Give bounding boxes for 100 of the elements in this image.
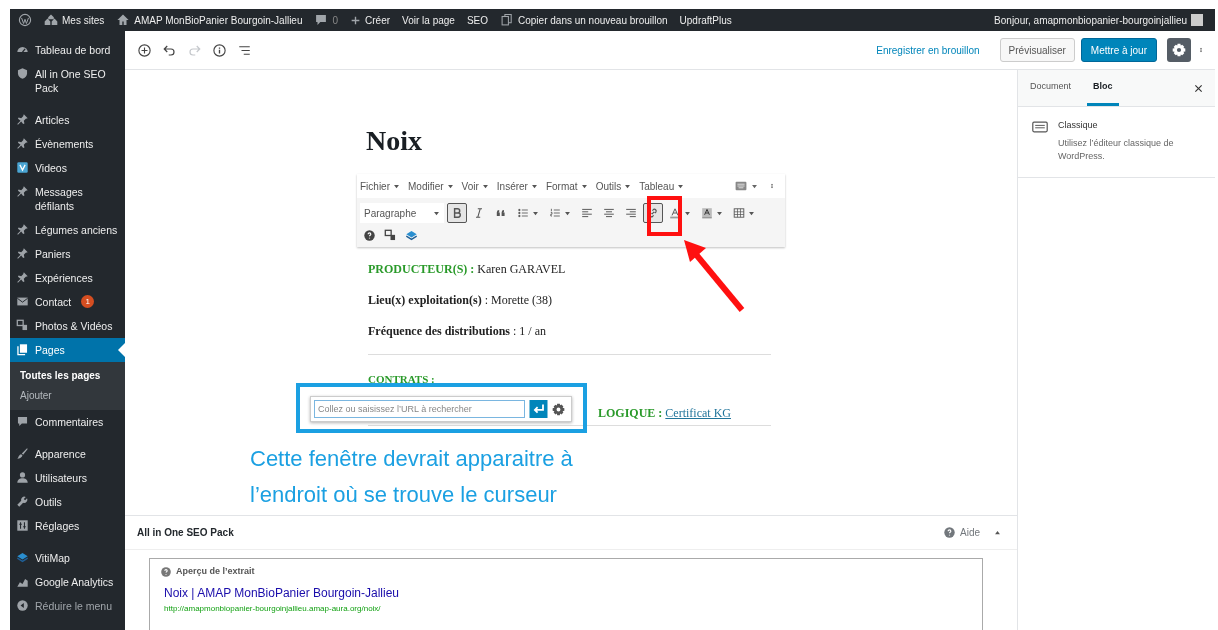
- comment-count[interactable]: 0: [332, 12, 339, 28]
- block-description: Utilisez l’éditeur classique de WordPress.: [1058, 136, 1175, 163]
- text-color-icon: [669, 207, 681, 219]
- panel-title: All in One SEO Pack: [137, 526, 234, 540]
- pushpin-icon: [16, 223, 29, 236]
- paragraph: LOGIQUE :: [598, 405, 663, 421]
- settings-icon[interactable]: [552, 402, 565, 416]
- highlight-icon: [701, 207, 713, 219]
- bold-button[interactable]: [447, 203, 467, 223]
- houses-icon[interactable]: [44, 13, 58, 27]
- close-icon[interactable]: [1194, 83, 1203, 93]
- caret-icon: [564, 209, 571, 217]
- sidebar-item[interactable]: Outils: [10, 490, 125, 514]
- admin-bar-link[interactable]: Voir la page: [402, 12, 455, 28]
- help-icon[interactable]: [943, 526, 956, 539]
- sidebar-item[interactable]: All in One SEO Pack: [10, 62, 125, 100]
- submenu-item[interactable]: Toutes les pages: [10, 366, 125, 386]
- admin-bar-link[interactable]: Copier dans un nouveau brouillon: [518, 12, 668, 28]
- sidebar-item[interactable]: Utilisateurs: [10, 466, 125, 490]
- snippet-title[interactable]: Noix | AMAP MonBioPanier Bourgoin-Jallieu: [164, 583, 972, 602]
- photos-icon[interactable]: [384, 228, 397, 242]
- menu-button[interactable]: Voir: [461, 178, 489, 194]
- sidebar-item[interactable]: Photos & Vidéos: [10, 314, 125, 338]
- admin-bar-link[interactable]: SEO: [466, 12, 488, 28]
- pushpin-icon: [16, 137, 29, 150]
- sidebar-item[interactable]: Évènements: [10, 132, 125, 156]
- admin-bar-link[interactable]: Créer: [365, 12, 391, 28]
- help-link[interactable]: Aide: [960, 525, 980, 540]
- submenu-item[interactable]: Ajouter: [10, 386, 125, 406]
- post-title: Noix: [366, 125, 423, 157]
- sidebar-item[interactable]: Tableau de bord: [10, 38, 125, 62]
- settings-button[interactable]: [1167, 38, 1191, 62]
- caret-icon: [624, 182, 632, 190]
- wordpress-logo-icon[interactable]: [18, 13, 32, 27]
- help-icon[interactable]: [363, 228, 376, 242]
- preview-label: Aperçu de l’extrait: [176, 565, 255, 578]
- caret-icon: [393, 182, 400, 190]
- collapse-icon: [16, 599, 29, 612]
- speech-bubble-icon[interactable]: [314, 13, 329, 27]
- italic-icon: [473, 207, 485, 219]
- caret-icon: [532, 209, 539, 217]
- align-right-icon: [625, 207, 637, 219]
- copy-icon[interactable]: [500, 13, 514, 27]
- caret-icon: [580, 182, 588, 190]
- info-icon[interactable]: [212, 42, 227, 58]
- numbered-list-icon: [549, 207, 561, 219]
- certificate-link[interactable]: Certificat KG: [665, 405, 731, 421]
- caret-icon: [684, 209, 691, 217]
- notification-badge: 1: [81, 295, 95, 308]
- shield-icon: [16, 67, 29, 80]
- pushpin-icon: [16, 247, 29, 260]
- sidebar-item[interactable]: Contact 1: [10, 290, 125, 314]
- paragraph: Lieu(x) exploitation(s) : Morette (38): [368, 292, 553, 308]
- preview-button[interactable]: Prévisualiser: [999, 38, 1075, 62]
- menu-button[interactable]: Format: [545, 178, 588, 194]
- add-icon[interactable]: [137, 42, 152, 58]
- layer-icon[interactable]: [405, 228, 418, 242]
- url-field[interactable]: Collez ou saisissez l’URL à rechercher: [314, 400, 525, 418]
- save-draft-link[interactable]: Enregistrer en brouillon: [876, 42, 980, 58]
- sidebar-item[interactable]: Google Analytics: [10, 570, 125, 594]
- sidebar-item[interactable]: Pages: [10, 338, 125, 362]
- sidebar-item[interactable]: VitiMap: [10, 546, 125, 570]
- pushpin-icon: [16, 113, 29, 126]
- person-icon: [16, 471, 29, 484]
- menu-button[interactable]: Tableau: [639, 178, 685, 194]
- arrow: [684, 240, 745, 312]
- sidebar-item[interactable]: Légumes anciens: [10, 218, 125, 242]
- update-button[interactable]: Mettre à jour: [1080, 38, 1157, 62]
- format-dropdown[interactable]: Paragraphe: [360, 203, 444, 223]
- admin-bar-link[interactable]: Mes sites: [62, 12, 105, 28]
- panel-tab[interactable]: Document: [1024, 70, 1078, 106]
- sidebar-item[interactable]: Réduire le menu: [10, 594, 125, 618]
- plus-icon[interactable]: [350, 14, 362, 26]
- collapse-caret-icon[interactable]: [994, 529, 1001, 536]
- sidebar-item[interactable]: Expériences: [10, 266, 125, 290]
- sidebar-item[interactable]: Paniers: [10, 242, 125, 266]
- sidebar-item[interactable]: Commentaires: [10, 410, 125, 434]
- sidebar-item[interactable]: Réglages: [10, 514, 125, 538]
- sidebar-item[interactable]: Messages défilants: [10, 180, 125, 218]
- home-icon[interactable]: [116, 13, 131, 27]
- sidebar-item[interactable]: Videos: [10, 156, 125, 180]
- greeting-link[interactable]: Bonjour, amapmonbiopanier-bourgoinjallieu: [994, 12, 1187, 28]
- admin-bar-link[interactable]: AMAP MonBioPanier Bourgoin-Jallieu: [134, 12, 303, 28]
- apply-button[interactable]: [529, 400, 548, 418]
- help-icon[interactable]: [160, 565, 172, 578]
- sidebar-item[interactable]: Articles: [10, 108, 125, 132]
- menu-button[interactable]: Insérer: [496, 178, 538, 194]
- menu-button[interactable]: Outils: [595, 178, 632, 194]
- paragraph: CONTRATS :: [368, 372, 436, 387]
- wrench-icon: [16, 495, 29, 508]
- menu-button[interactable]: Fichier: [360, 178, 400, 194]
- snippet-url: http://amapmonbiopanier-bourgoinjallieu.amap-aura.org/noix/: [164, 602, 382, 615]
- admin-bar-link[interactable]: UpdraftPlus: [679, 12, 732, 28]
- video-icon: [16, 161, 29, 174]
- panel-tab[interactable]: Bloc: [1087, 70, 1119, 106]
- keyboard-icon[interactable]: [733, 180, 749, 192]
- highlight-frame: [647, 196, 682, 236]
- sidebar-item[interactable]: Apparence: [10, 442, 125, 466]
- align-left-icon: [581, 207, 593, 219]
- menu-button[interactable]: Modifier: [408, 178, 454, 194]
